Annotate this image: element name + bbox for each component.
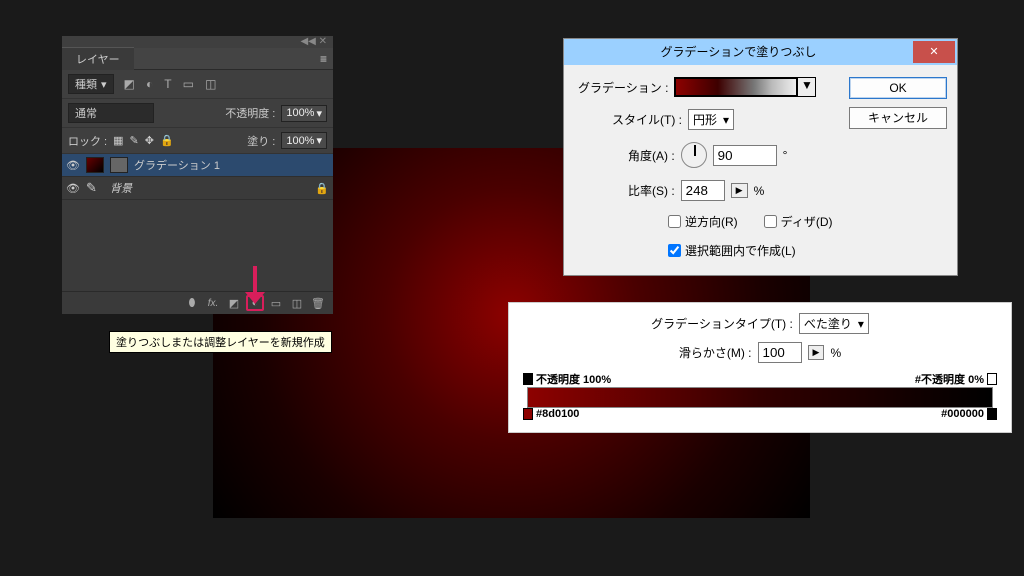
panel-menu-icon[interactable]: ≡ — [320, 52, 327, 66]
blend-mode-select[interactable]: 通常 — [68, 103, 154, 123]
layers-footer: ⬮ fx. ◩ ◐ ▭ ◫ 🗑 — [62, 292, 333, 314]
new-layer-icon[interactable]: ◫ — [288, 295, 306, 311]
dither-checkbox[interactable]: ディザ(D) — [764, 213, 833, 230]
cancel-button[interactable]: キャンセル — [849, 107, 947, 129]
lock-position-icon[interactable]: ✥ — [145, 134, 154, 147]
align-checkbox[interactable]: 選択範囲内で作成(L) — [668, 242, 796, 259]
annotation-arrow — [245, 266, 265, 310]
opacity-label: 不透明度 : — [225, 105, 275, 121]
filter-type-icon[interactable]: T — [160, 77, 175, 91]
layer-item-background[interactable]: 👁 ✎ 背景 🔒 — [62, 177, 333, 200]
new-group-icon[interactable]: ▭ — [267, 295, 285, 311]
smoothness-label: 滑らかさ(M) : — [679, 344, 752, 361]
fill-value[interactable]: 100% ▾ — [281, 132, 327, 149]
layers-tab[interactable]: レイヤー — [62, 47, 134, 70]
lock-transparent-icon[interactable]: ▦ — [113, 134, 123, 147]
layer-mask-thumb — [110, 157, 128, 173]
layer-name: グラデーション 1 — [134, 157, 220, 173]
layer-style-icon[interactable]: fx. — [204, 295, 222, 311]
fill-label: 塗り : — [247, 133, 275, 149]
filter-kind-select[interactable]: 種類 ▾ — [68, 74, 114, 94]
ok-button[interactable]: OK — [849, 77, 947, 99]
layer-list: 👁 グラデーション 1 👁 ✎ 背景 🔒 — [62, 154, 333, 292]
lock-all-icon[interactable]: 🔒 — [160, 134, 174, 147]
angle-dial[interactable] — [681, 142, 707, 168]
layer-filter-icons[interactable]: ◩ ◐ T ▭ ◫ — [120, 77, 221, 91]
scale-stepper[interactable]: ▶ — [731, 183, 748, 198]
gradient-editor: グラデーションタイプ(T) : べた塗り▾ 滑らかさ(M) : ▶ % 不透明度… — [508, 302, 1012, 433]
style-label: スタイル(T) : — [612, 111, 682, 128]
gradient-label: グラデーション : — [578, 79, 668, 96]
opacity-stop-left[interactable] — [523, 373, 533, 385]
gradient-picker-dropdown[interactable]: ▼ — [797, 78, 815, 96]
angle-label: 角度(A) : — [628, 147, 675, 164]
visibility-icon[interactable]: 👁 — [66, 182, 80, 195]
layer-thumb — [86, 157, 104, 173]
lock-paint-icon[interactable]: ✎ — [130, 134, 139, 147]
filter-adjust-icon[interactable]: ◐ — [142, 77, 157, 91]
delete-layer-icon[interactable]: 🗑 — [309, 295, 327, 311]
scale-unit: % — [754, 184, 765, 198]
tooltip: 塗りつぶしまたは調整レイヤーを新規作成 — [109, 331, 332, 353]
layer-name: 背景 — [110, 180, 132, 196]
gradient-type-label: グラデーションタイプ(T) : — [651, 315, 793, 332]
reverse-checkbox[interactable]: 逆方向(R) — [668, 213, 738, 230]
style-select[interactable]: 円形▾ — [688, 109, 734, 130]
filter-smart-icon[interactable]: ◫ — [201, 77, 220, 91]
gradient-preview[interactable] — [675, 78, 797, 96]
visibility-icon[interactable]: 👁 — [66, 159, 80, 172]
layers-panel: ◀◀ ✕ レイヤー ≡ 種類 ▾ ◩ ◐ T ▭ ◫ 通常 不透明度 : 100… — [62, 36, 333, 314]
angle-unit: ° — [783, 148, 788, 162]
link-layers-icon[interactable]: ⬮ — [183, 295, 201, 311]
color-stop-right[interactable] — [987, 408, 997, 420]
lock-icon: 🔒 — [315, 182, 329, 195]
gradient-type-select[interactable]: べた塗り▾ — [799, 313, 869, 334]
opacity-value[interactable]: 100% ▾ — [281, 105, 327, 122]
lock-label: ロック : — [68, 133, 107, 149]
layer-item-gradient[interactable]: 👁 グラデーション 1 — [62, 154, 333, 177]
close-icon[interactable]: ✕ — [913, 41, 955, 63]
dialog-title: グラデーションで塗りつぶし — [564, 43, 913, 60]
angle-input[interactable] — [713, 145, 777, 166]
layer-mask-icon[interactable]: ◩ — [225, 295, 243, 311]
filter-pixel-icon[interactable]: ◩ — [120, 77, 139, 91]
smoothness-input[interactable] — [758, 342, 802, 363]
brush-icon: ✎ — [86, 180, 104, 196]
smoothness-stepper[interactable]: ▶ — [808, 345, 825, 360]
scale-label: 比率(S) : — [628, 182, 675, 199]
opacity-stop-right[interactable] — [987, 373, 997, 385]
gradient-fill-dialog: グラデーションで塗りつぶし ✕ OK キャンセル グラデーション : ▼ スタイ… — [563, 38, 958, 276]
filter-shape-icon[interactable]: ▭ — [179, 77, 198, 91]
scale-input[interactable] — [681, 180, 725, 201]
gradient-ramp[interactable] — [527, 387, 993, 408]
color-stop-left[interactable] — [523, 408, 533, 420]
